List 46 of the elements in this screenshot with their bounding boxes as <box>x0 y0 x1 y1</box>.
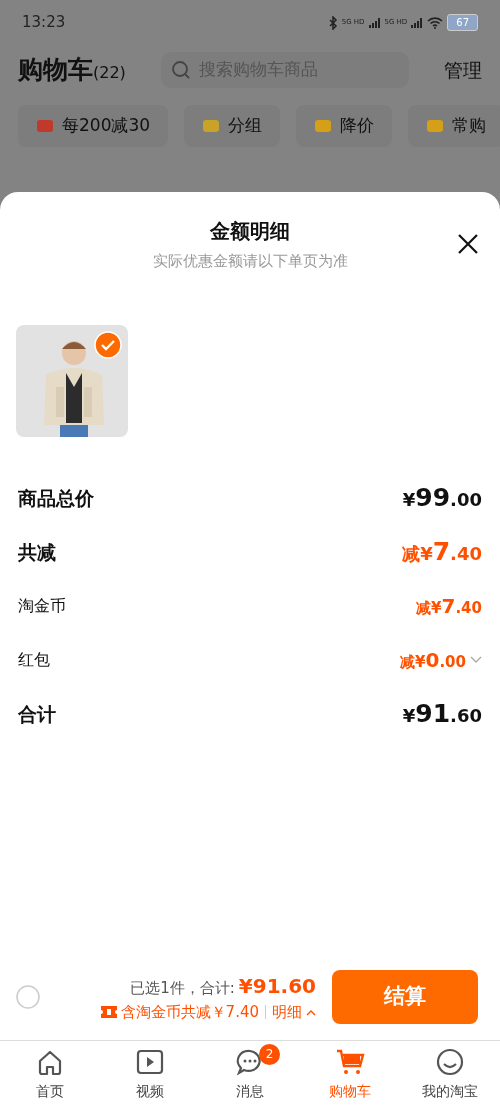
selected-summary: 已选1件，合计: <box>130 977 235 999</box>
smile-icon <box>435 1047 465 1077</box>
tab-item[interactable]: 消息 2 <box>200 1041 300 1111</box>
filter-chip[interactable]: 每200减30 <box>18 105 169 147</box>
chevron-up-icon <box>306 1008 316 1016</box>
play-icon <box>135 1047 165 1077</box>
discount-summary: 含淘金币共减￥7.40 <box>120 1001 259 1023</box>
select-all-checkbox[interactable] <box>16 985 40 1009</box>
close-icon[interactable] <box>458 234 478 254</box>
amount-value: 减¥7.40 <box>416 593 482 620</box>
tab-item[interactable]: 视频 <box>100 1041 200 1111</box>
amount-value: 减¥7.40 <box>402 536 482 569</box>
row-label: 商品总价 <box>18 485 94 511</box>
chevron-down-icon[interactable] <box>470 656 482 664</box>
filter-chip[interactable]: 降价 <box>296 105 393 147</box>
tab-item[interactable]: 首页 <box>0 1041 100 1111</box>
battery-level: 67 <box>447 14 478 31</box>
manage-link[interactable]: 管理 <box>444 55 482 85</box>
total-price: ¥91.60 <box>238 972 316 1000</box>
wifi-icon <box>427 16 444 29</box>
signal-icon <box>368 17 381 28</box>
coupon-icon <box>100 1006 117 1018</box>
amount-value: 减¥0.00 <box>400 647 466 674</box>
row-label: 红包 <box>18 649 50 671</box>
filter-chip[interactable]: 常购 <box>408 105 500 147</box>
amount-value: ¥91.60 <box>402 698 482 731</box>
sheet-subtitle: 实际优惠金额请以下单页为准 <box>152 251 348 272</box>
signal-icon <box>411 17 424 28</box>
check-icon[interactable] <box>94 331 122 359</box>
cart-icon <box>335 1047 365 1077</box>
detail-link[interactable]: 明细 <box>272 1000 316 1024</box>
search-icon <box>170 60 191 80</box>
row-label: 合计 <box>18 701 56 727</box>
filter-chip[interactable]: 分组 <box>184 105 281 147</box>
unread-count: 2 <box>259 1044 280 1065</box>
tab-item[interactable]: 购物车 <box>300 1041 400 1111</box>
row-label: 淘金币 <box>18 595 66 617</box>
page-title: 购物车 <box>18 54 93 87</box>
item-count: (22) <box>93 63 126 85</box>
checkout-button[interactable]: 结算 <box>332 970 478 1024</box>
amount-value: ¥99.00 <box>402 482 482 515</box>
bluetooth-icon <box>327 15 338 30</box>
sheet-title: 金额明细 <box>210 218 290 245</box>
tab-item[interactable]: 我的淘宝 <box>400 1041 500 1111</box>
row-label: 共减 <box>18 539 56 565</box>
clock-time: 13:23 <box>22 12 66 34</box>
